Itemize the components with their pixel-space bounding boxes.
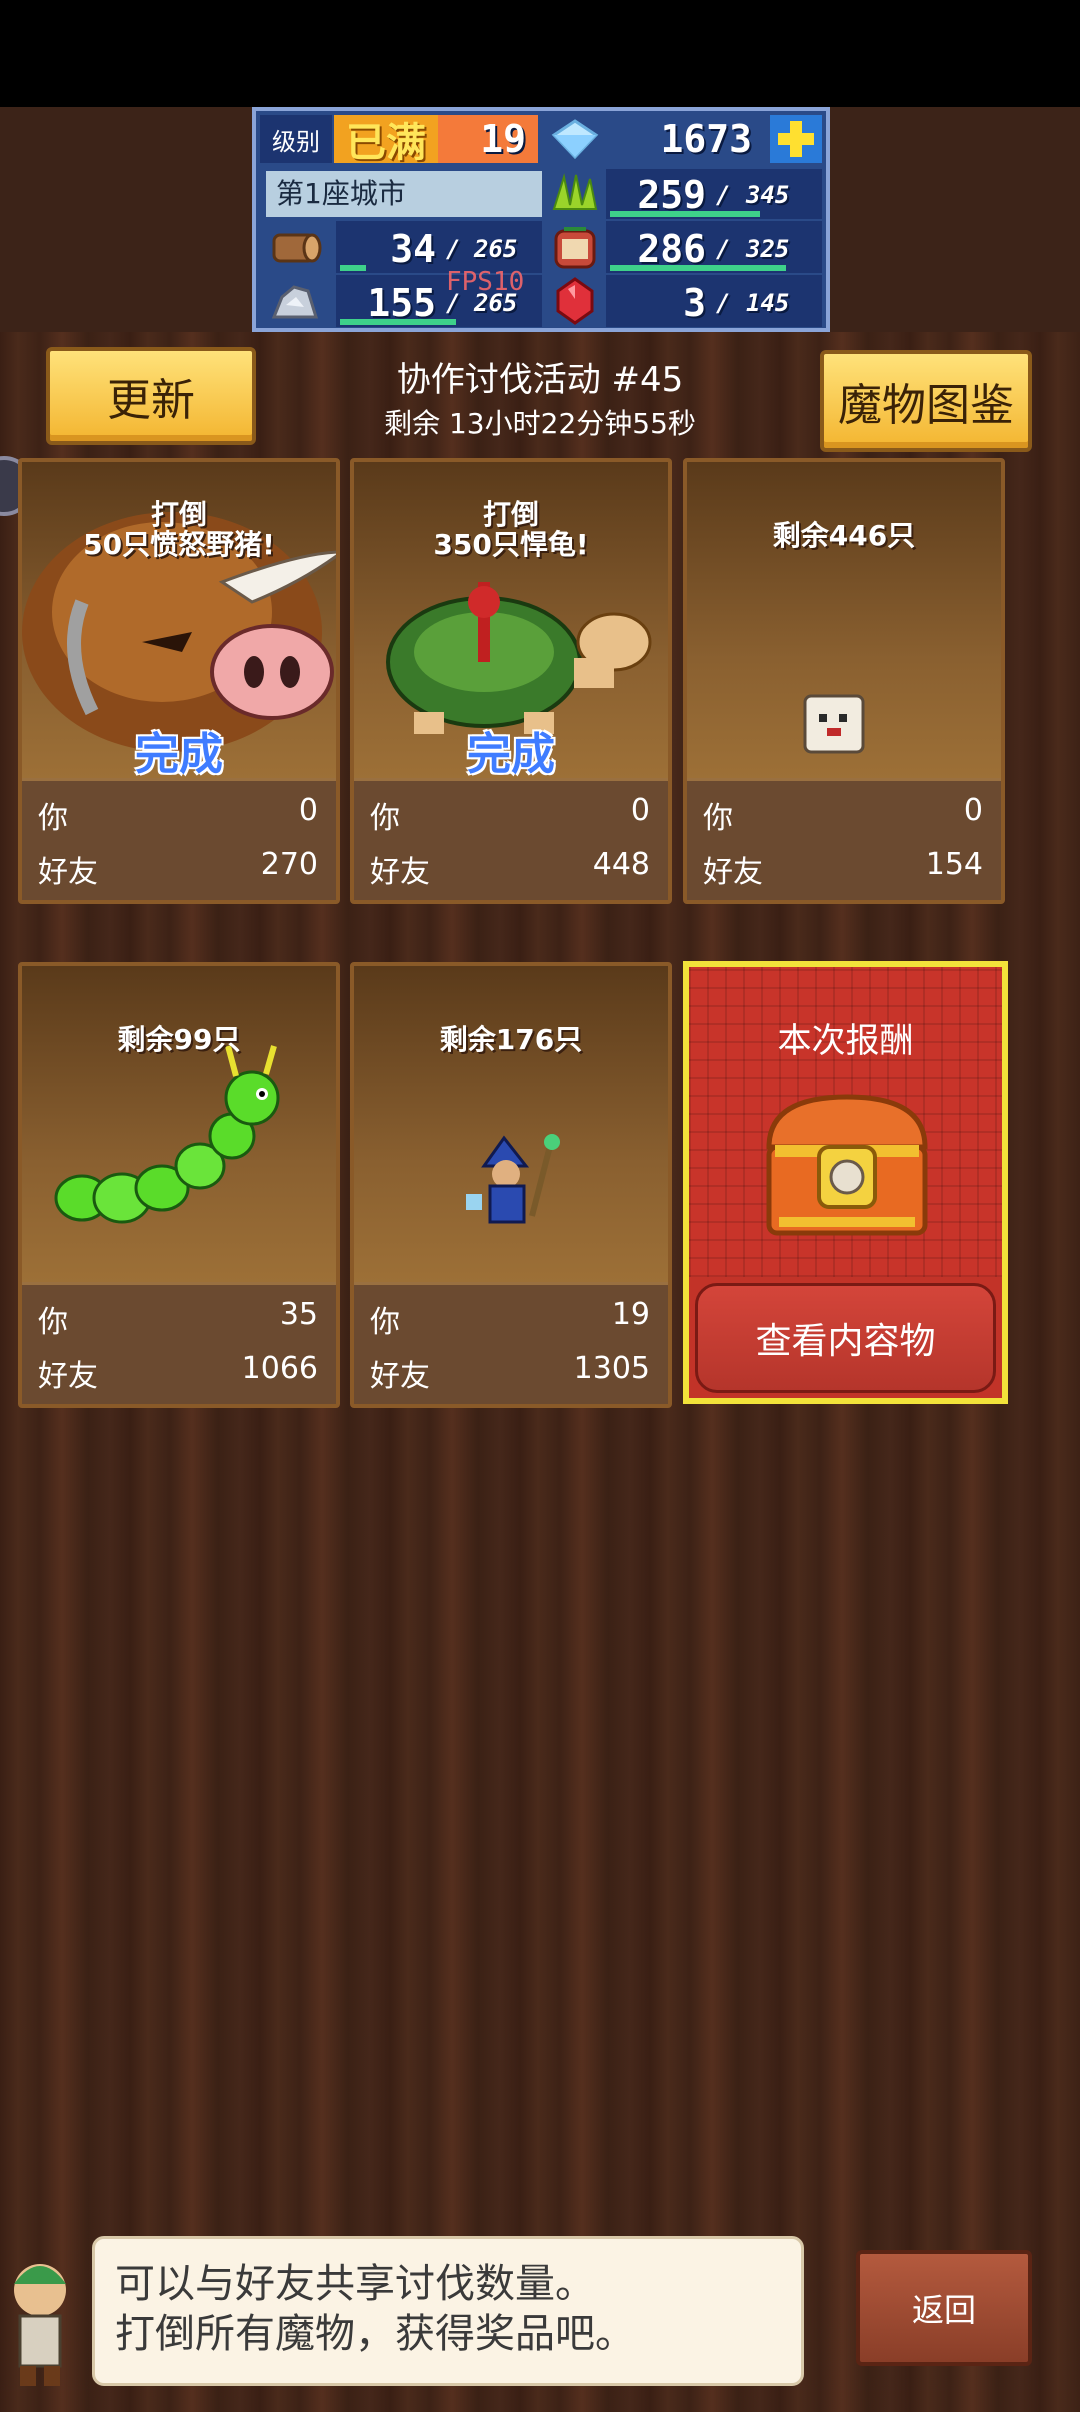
back-button[interactable]: 返回	[856, 2250, 1032, 2366]
plus-icon[interactable]	[770, 115, 822, 163]
bestiary-button[interactable]: 魔物图鉴	[820, 350, 1032, 452]
ruby-max: 145	[746, 289, 790, 317]
treasure-chest-icon	[759, 1087, 935, 1247]
you-count: 0	[963, 793, 983, 828]
wood-max: 265	[474, 235, 518, 263]
level-value: 19	[438, 115, 538, 163]
monster-card-caterpillar[interactable]: 剩余99只 你 35 好友 1066	[18, 962, 340, 1408]
card-stats: 你 0 好友 270	[22, 778, 336, 900]
you-count: 35	[279, 1297, 318, 1332]
friend-label: 好友	[370, 855, 430, 890]
card-stats: 你 19 好友 1305	[354, 1282, 668, 1404]
you-count: 19	[611, 1297, 650, 1332]
diamond-icon	[546, 115, 604, 163]
monster-card-boar[interactable]: 打倒 50只愤怒野猪! 完成 你 0 好友 270	[18, 458, 340, 904]
reward-title: 本次报酬	[777, 1021, 914, 1061]
card-title: 剩余176只	[439, 1023, 583, 1056]
fps-counter: FPS10	[446, 267, 525, 297]
monster-card-ghost[interactable]: 剩余446只 你 0 好友 154	[683, 458, 1005, 904]
card-title: 打倒 350只悍龟!	[433, 498, 589, 561]
wood-bar	[340, 265, 366, 271]
friend-label: 好友	[370, 1359, 430, 1394]
friend-count: 154	[925, 847, 983, 882]
monster-card-turtle[interactable]: 打倒 350只悍龟! 完成 你 0 好友 448	[350, 458, 672, 904]
you-label: 你	[38, 801, 68, 836]
food-bar	[610, 265, 786, 271]
grass-icon	[546, 169, 604, 219]
guide-message-line1: 可以与好友共享讨伐数量。	[115, 2261, 595, 2307]
city-name: 第1座城市	[266, 171, 542, 217]
ruby-value: 3	[683, 281, 706, 325]
friend-count: 448	[592, 847, 650, 882]
card-title: 剩余99只	[117, 1023, 241, 1056]
gem-count: 1673	[660, 117, 752, 161]
wood-icon	[266, 221, 324, 273]
friend-count: 1066	[241, 1351, 318, 1386]
wizard-art	[354, 966, 668, 1282]
you-label: 你	[703, 801, 733, 836]
caterpillar-art	[22, 966, 336, 1282]
wood-max-sep: /	[446, 235, 461, 263]
card-stats: 你 0 好友 154	[687, 778, 1001, 900]
card-complete-label: 完成	[135, 729, 223, 780]
reward-card[interactable]: 本次报酬 查看内容物	[683, 961, 1008, 1404]
ruby-max-sep: /	[716, 289, 731, 317]
top-black-bar	[0, 0, 1080, 107]
food-resource: 286 / 325	[606, 221, 822, 273]
grass-resource: 259 / 345	[606, 169, 822, 219]
you-label: 你	[38, 1305, 68, 1340]
food-max-sep: /	[716, 235, 731, 263]
you-label: 你	[370, 801, 400, 836]
card-complete-label: 完成	[467, 729, 555, 780]
you-label: 你	[370, 1305, 400, 1340]
you-count: 0	[298, 793, 318, 828]
friend-label: 好友	[703, 855, 763, 890]
food-bag-icon	[546, 221, 604, 273]
guide-message: 可以与好友共享讨伐数量。 打倒所有魔物，获得奖品吧。	[92, 2236, 804, 2386]
grass-bar	[610, 211, 760, 217]
view-contents-button[interactable]: 查看内容物	[695, 1283, 996, 1393]
food-max: 325	[746, 235, 790, 263]
level-label: 级别	[260, 115, 332, 163]
resource-hud: 级别 已满 19 1673 第1座城市 259 / 345 34 / 265 2…	[252, 107, 830, 332]
ruby-icon	[546, 275, 604, 327]
card-stats: 你 35 好友 1066	[22, 1282, 336, 1404]
monster-card-wizard[interactable]: 剩余176只 你 19 好友 1305	[350, 962, 672, 1408]
guide-message-line2: 打倒所有魔物，获得奖品吧。	[115, 2311, 635, 2357]
ruby-resource: 3 / 145	[606, 275, 822, 327]
card-title: 打倒 50只愤怒野猪!	[83, 498, 275, 561]
ore-bar	[340, 319, 456, 325]
friend-label: 好友	[38, 855, 98, 890]
friend-label: 好友	[38, 1359, 98, 1394]
friend-count: 270	[260, 847, 318, 882]
ghost-art	[687, 462, 1001, 778]
ore-icon	[266, 275, 324, 327]
you-count: 0	[630, 793, 650, 828]
card-stats: 你 0 好友 448	[354, 778, 668, 900]
guide-character-avatar	[0, 2240, 84, 2390]
event-title: 协作讨伐活动 #45	[396, 360, 684, 400]
event-remaining-time: 剩余 13小时22分钟55秒	[384, 407, 696, 440]
level-status: 已满	[334, 115, 438, 166]
grass-max-sep: /	[716, 181, 731, 209]
card-title: 剩余446只	[772, 519, 916, 552]
friend-count: 1305	[573, 1351, 650, 1386]
refresh-button[interactable]: 更新	[46, 347, 256, 445]
grass-max: 345	[746, 181, 790, 209]
wood-resource: 34 / 265	[336, 221, 542, 273]
